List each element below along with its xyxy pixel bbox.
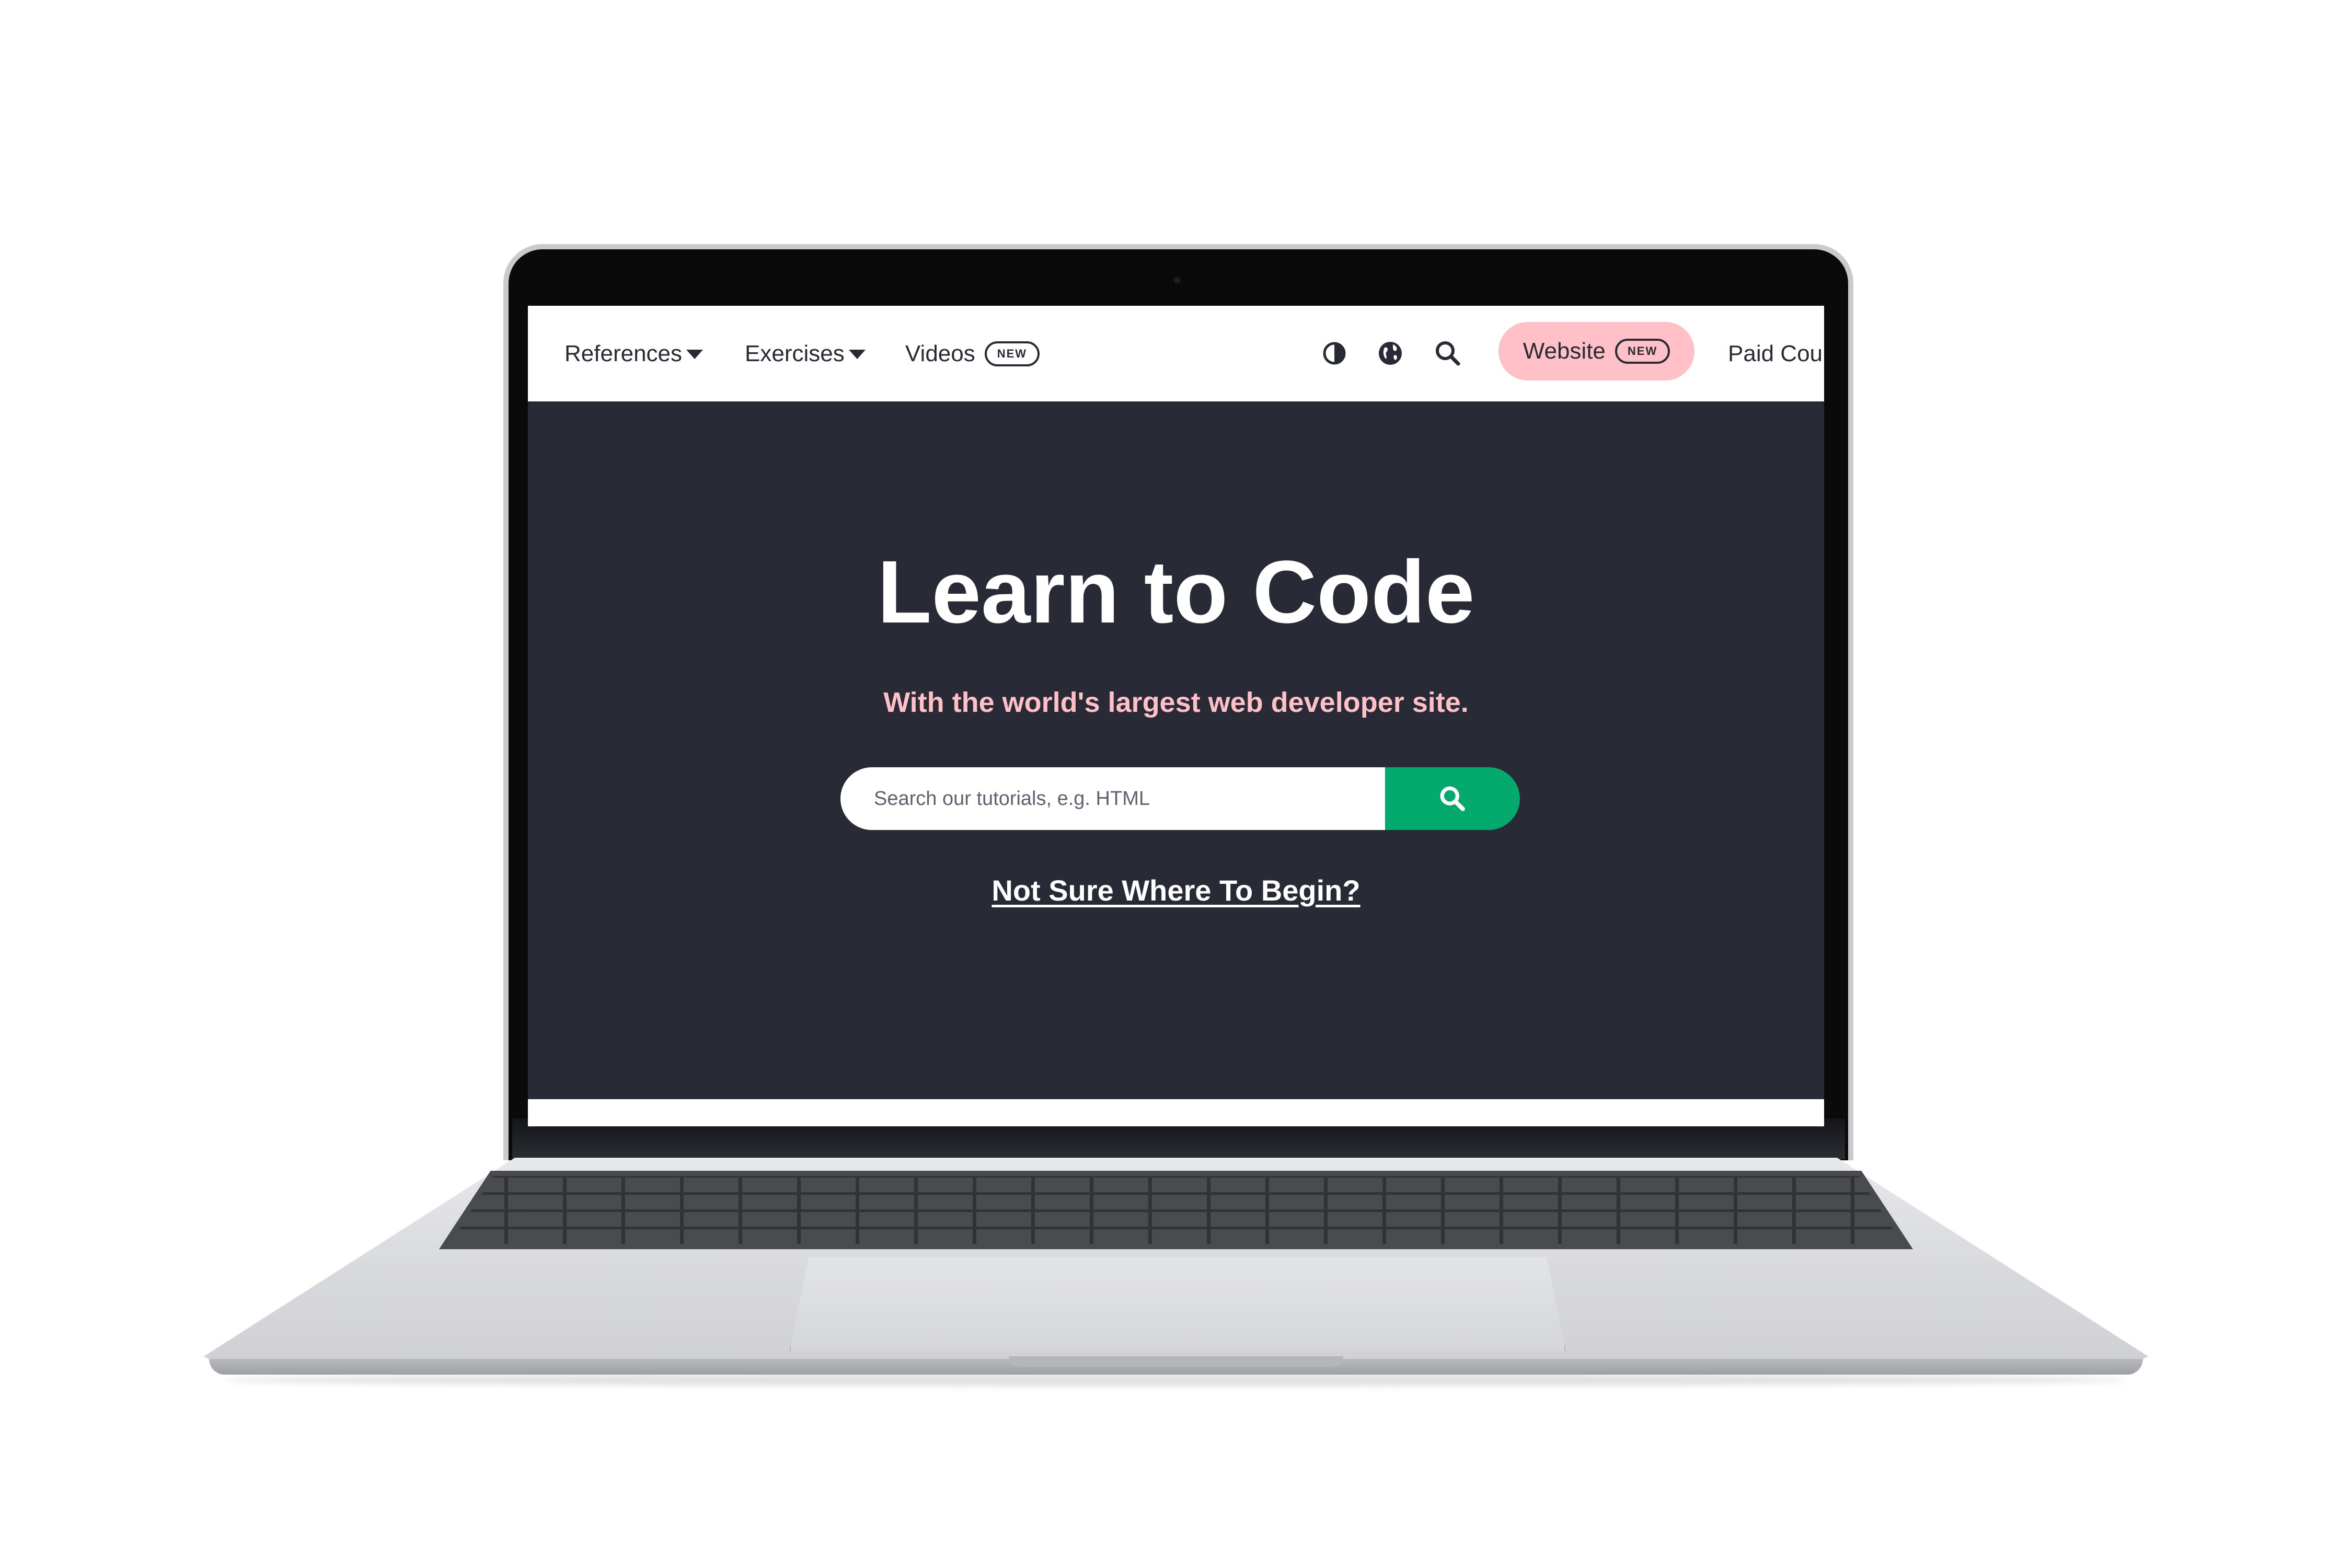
contrast-icon[interactable] [1319, 338, 1350, 369]
nav-videos-label: Videos [905, 340, 975, 366]
laptop-notch [1009, 1356, 1343, 1367]
tutorial-search [840, 767, 1520, 830]
search-submit-button[interactable] [1385, 767, 1520, 830]
hero-subtitle: With the world's largest web developer s… [883, 687, 1469, 718]
nav-videos[interactable]: Videos NEW [905, 306, 1040, 401]
nav-paid-courses[interactable]: Paid Cour [1728, 306, 1824, 401]
not-sure-where-to-begin-link[interactable]: Not Sure Where To Begin? [528, 873, 1824, 907]
nav-paid-courses-label: Paid Cour [1728, 340, 1824, 366]
search-input[interactable] [840, 767, 1385, 830]
videos-new-badge: NEW [984, 341, 1040, 366]
caret-down-icon [848, 349, 866, 359]
laptop-screen: References Exercises Videos NEW Website … [528, 306, 1824, 1126]
nav-exercises[interactable]: Exercises [745, 306, 866, 401]
laptop-shadow [225, 1374, 2127, 1386]
hero-title: Learn to Code [877, 543, 1475, 642]
nav-references[interactable]: References [564, 306, 704, 401]
hero-section: Learn to Code With the world's largest w… [528, 401, 1824, 1099]
caret-down-icon [686, 349, 704, 359]
keyboard-keys [449, 1176, 1903, 1244]
search-icon [1440, 786, 1465, 811]
camera-dot [1174, 277, 1180, 283]
nav-exercises-label: Exercises [745, 340, 845, 366]
content-below-hero [528, 1099, 1824, 1126]
website-button-label: Website [1523, 338, 1606, 364]
laptop-trackpad [789, 1257, 1566, 1351]
website-button[interactable]: Website NEW [1498, 322, 1694, 381]
nav-references-label: References [564, 340, 683, 366]
search-icon[interactable] [1432, 338, 1463, 369]
website-new-badge: NEW [1615, 339, 1670, 364]
top-navbar: References Exercises Videos NEW Website … [528, 306, 1824, 401]
globe-icon[interactable] [1375, 338, 1406, 369]
